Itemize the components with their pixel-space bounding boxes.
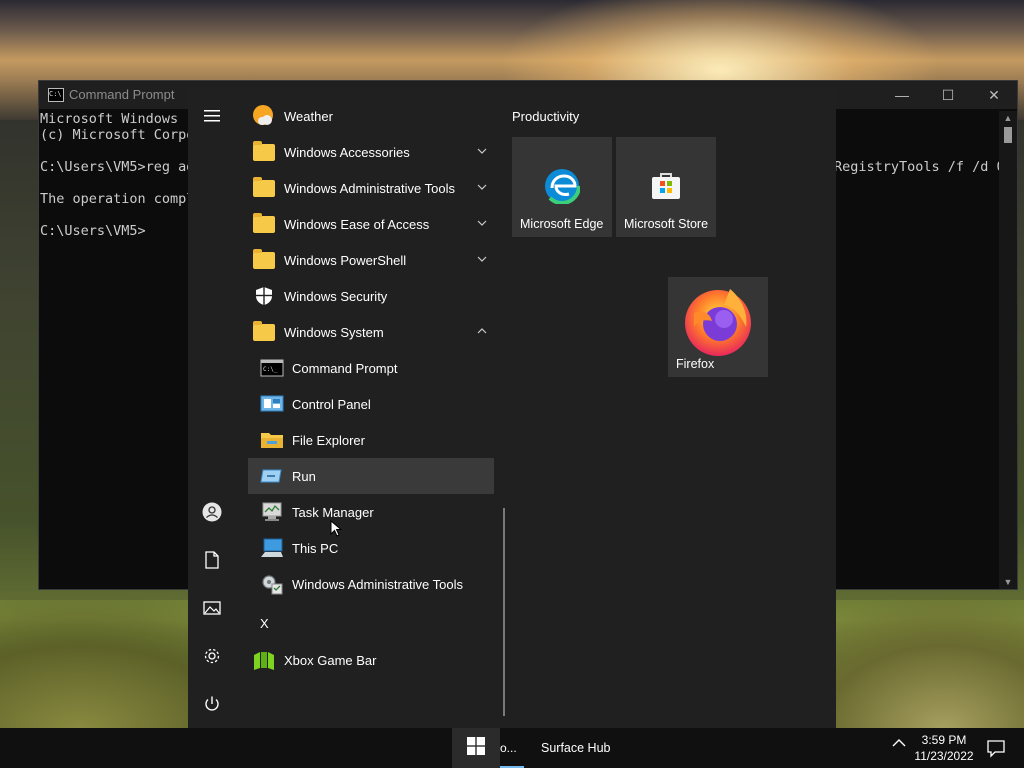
- folder-icon: [252, 248, 276, 272]
- console-line: C:\Users\VM5>: [40, 223, 146, 239]
- this-pc-icon: [260, 536, 284, 560]
- app-label: Windows Ease of Access: [284, 216, 430, 232]
- chevron-down-icon: [476, 254, 488, 266]
- xbox-game-bar-icon: [252, 648, 276, 672]
- app-run[interactable]: Run: [248, 458, 494, 494]
- letter-header-x[interactable]: X: [260, 616, 269, 631]
- control-panel-icon: [260, 392, 284, 416]
- app-label: Windows PowerShell: [284, 252, 407, 268]
- console-line-right: RegistryTools /f /d 0: [834, 159, 1005, 175]
- minimize-button[interactable]: —: [879, 81, 925, 109]
- tile-firefox[interactable]: Firefox: [668, 277, 768, 377]
- scroll-thumb[interactable]: [1004, 127, 1012, 143]
- tile-microsoft-edge[interactable]: Microsoft Edge: [512, 137, 612, 237]
- task-manager-icon: [260, 500, 284, 524]
- console-line: Microsoft Windows [: [40, 111, 195, 127]
- file-explorer-icon: [260, 428, 284, 452]
- admin-tools-icon: [260, 572, 284, 596]
- chevron-down-icon: [476, 182, 488, 194]
- weather-icon: [252, 104, 276, 128]
- maximize-button[interactable]: ☐: [925, 81, 971, 109]
- app-weather[interactable]: Weather: [248, 98, 494, 134]
- app-file-explorer[interactable]: File Explorer: [248, 422, 494, 458]
- app-xbox-game-bar[interactable]: Xbox Game Bar: [248, 642, 494, 678]
- user-icon[interactable]: [188, 488, 236, 536]
- command-prompt-title: Command Prompt: [69, 87, 175, 102]
- scroll-down-icon[interactable]: ▼: [999, 577, 1017, 587]
- console-line: (c) Microsoft Corpo: [40, 127, 195, 143]
- app-windows-administrative-tools[interactable]: Windows Administrative Tools: [248, 566, 494, 602]
- app-list-scrollbar[interactable]: [503, 508, 505, 716]
- mouse-cursor-icon: [330, 519, 343, 538]
- app-command-prompt[interactable]: C:\_ Command Prompt: [248, 350, 494, 386]
- close-button[interactable]: ✕: [971, 81, 1017, 109]
- console-line: C:\Users\VM5>reg ad: [40, 159, 195, 175]
- notification-icon[interactable]: [986, 738, 1006, 758]
- taskbar-app-surface-hub[interactable]: Surface Hub: [541, 728, 610, 768]
- app-task-manager[interactable]: Task Manager: [248, 494, 494, 530]
- app-windows-accessories[interactable]: Windows Accessories: [248, 134, 494, 170]
- gear-icon[interactable]: [188, 632, 236, 680]
- clock-time: 3:59 PM: [921, 733, 967, 747]
- app-label: File Explorer: [292, 432, 365, 448]
- hamburger-icon[interactable]: [188, 92, 236, 140]
- start-button[interactable]: [452, 728, 500, 768]
- folder-icon: [252, 176, 276, 200]
- app-label: Windows Administrative Tools: [292, 576, 463, 592]
- clock-date: 11/23/2022: [914, 749, 974, 763]
- app-windows-administrative-tools-folder[interactable]: Windows Administrative Tools: [248, 170, 494, 206]
- app-label: Windows Accessories: [284, 144, 410, 160]
- folder-icon: [252, 320, 276, 344]
- chevron-up-icon: [476, 326, 488, 338]
- edge-icon: [543, 167, 581, 209]
- image-icon[interactable]: [188, 584, 236, 632]
- taskbar-app-label: o...: [500, 741, 517, 755]
- app-label: This PC: [292, 540, 339, 556]
- console-scrollbar[interactable]: ▲ ▼: [999, 111, 1017, 589]
- app-windows-powershell[interactable]: Windows PowerShell: [248, 242, 494, 278]
- app-label: Windows Security: [284, 288, 388, 304]
- app-label: Run: [292, 468, 316, 484]
- app-label: Command Prompt: [292, 360, 398, 376]
- tile-microsoft-store[interactable]: Microsoft Store: [616, 137, 716, 237]
- app-label: Windows Administrative Tools: [284, 180, 455, 196]
- svg-text:C:\_: C:\_: [263, 366, 278, 373]
- scroll-up-icon[interactable]: ▲: [999, 113, 1017, 123]
- app-windows-system[interactable]: Windows System: [248, 314, 494, 350]
- tile-label: Firefox: [676, 357, 715, 371]
- chevron-down-icon: [476, 146, 488, 158]
- app-label: Windows System: [284, 324, 384, 340]
- run-icon: [260, 464, 284, 488]
- taskbar-app-command-prompt[interactable]: o...: [500, 728, 524, 768]
- app-this-pc[interactable]: This PC: [248, 530, 494, 566]
- start-menu: Weather Windows Accessories Windows Admi…: [188, 88, 836, 728]
- taskbar: o... Surface Hub 3:59 PM 11/23/2022: [0, 728, 1024, 768]
- firefox-icon: [680, 283, 756, 364]
- document-icon[interactable]: [188, 536, 236, 584]
- store-icon: [650, 169, 682, 206]
- tile-group-title[interactable]: Productivity: [512, 109, 579, 124]
- chevron-down-icon: [476, 218, 488, 230]
- tile-label: Microsoft Edge: [520, 217, 604, 231]
- app-label: Xbox Game Bar: [284, 652, 377, 668]
- shield-icon: [252, 284, 276, 308]
- app-label: Task Manager: [292, 504, 374, 520]
- command-prompt-icon: C:\: [48, 88, 64, 102]
- app-label: Weather: [284, 108, 333, 124]
- clock[interactable]: 3:59 PM 11/23/2022: [914, 732, 974, 764]
- app-label: Control Panel: [292, 396, 371, 412]
- power-icon[interactable]: [188, 680, 236, 728]
- console-line: The operation compl: [40, 191, 195, 207]
- app-control-panel[interactable]: Control Panel: [248, 386, 494, 422]
- start-rail: [188, 88, 236, 728]
- app-windows-ease-of-access[interactable]: Windows Ease of Access: [248, 206, 494, 242]
- app-windows-security[interactable]: Windows Security: [248, 278, 494, 314]
- tile-label: Microsoft Store: [624, 217, 709, 231]
- windows-logo-icon: [467, 736, 485, 760]
- folder-icon: [252, 212, 276, 236]
- command-prompt-icon: C:\_: [260, 356, 284, 380]
- folder-icon: [252, 140, 276, 164]
- tray-chevron-icon[interactable]: [889, 736, 909, 758]
